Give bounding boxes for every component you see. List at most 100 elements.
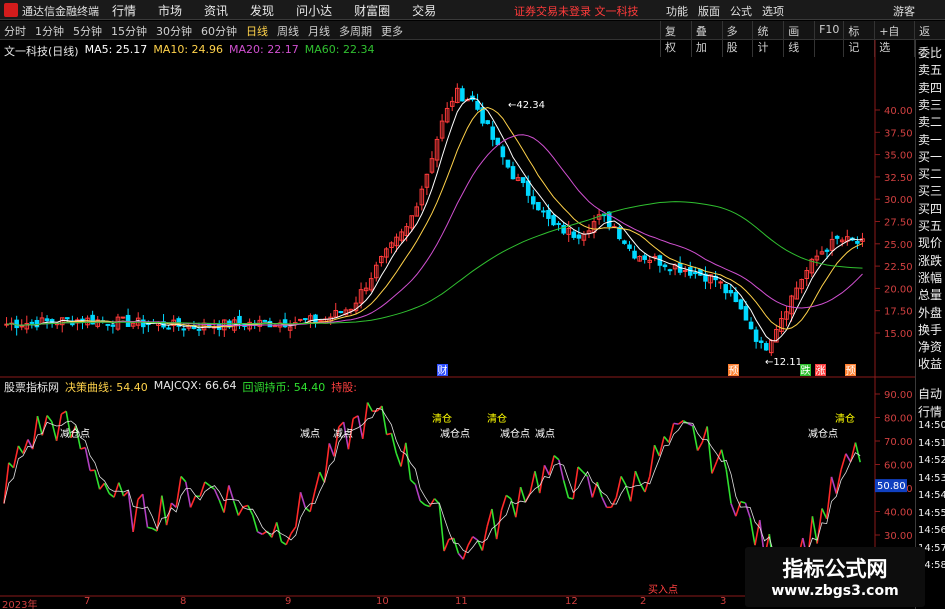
decision-curve-segment [830,476,838,494]
period-tab[interactable]: 日线 [246,23,268,39]
side-tick-item[interactable]: 14:53 [918,473,945,484]
menu-quotes[interactable]: 行情 [112,2,136,19]
candle-body [262,319,268,322]
decision-curve-segment [491,508,498,540]
side-tick-item[interactable]: 14:52 [918,455,945,466]
candle-body [44,318,50,322]
decision-curve-segment [3,462,10,504]
candle-body [733,292,739,303]
side-quote-item[interactable]: 涨幅 [918,269,945,286]
decision-curve-segment [553,455,560,461]
period-tab[interactable]: 分时 [4,23,26,39]
decision-curve-segment [46,415,53,423]
side-quote-item[interactable]: 卖一 [918,131,945,148]
decision-curve-segment [113,482,120,498]
side-tick-item[interactable]: 14:55 [918,508,945,519]
event-marker-label: 财 [438,364,448,377]
period-tab[interactable]: 30分钟 [156,23,192,39]
decision-curve-segment [410,479,416,486]
decision-curve-segment [634,470,641,484]
date-tick: 9 [285,596,292,607]
period-tab[interactable]: 1分钟 [35,23,64,39]
side-tick-item[interactable]: 行情 [918,403,945,420]
decision-curve-segment [395,452,402,467]
indicator-title[interactable]: 股票指标网 [4,379,59,395]
decision-curve-segment [505,494,512,500]
event-marker-label: 跌 [801,364,811,377]
side-quote-item[interactable]: 卖四 [918,79,945,96]
side-tick-item[interactable]: 14:56 [918,525,945,536]
menu-formula[interactable]: 公式 [730,3,752,19]
candle-body [105,323,111,326]
menu-trade[interactable]: 交易 [412,2,436,19]
menu-market[interactable]: 市场 [158,2,182,19]
decision-curve-segment [486,508,493,527]
side-quote-item[interactable]: 买一 [918,148,945,165]
side-quote-item[interactable]: 外盘 [918,304,945,321]
decision-curve-segment [184,481,192,508]
side-quote-item[interactable]: 买四 [918,200,945,217]
decision-curve-segment [572,466,579,500]
menu-discover[interactable]: 发现 [250,2,274,19]
decision-curve-segment [558,459,565,481]
menu-layout[interactable]: 版面 [698,3,720,19]
candle-body [505,159,511,168]
period-tab[interactable]: 周线 [277,23,299,39]
side-quote-item[interactable]: 净资 [918,338,945,355]
decision-curve-segment [338,421,345,428]
candle-body [313,314,318,323]
signal-label: 减仓点 [60,427,90,440]
decision-curve-segment [840,453,847,471]
menu-wealth[interactable]: 财富圈 [354,2,390,19]
menu-function[interactable]: 功能 [666,3,688,19]
candle-body [237,315,242,325]
menu-news[interactable]: 资讯 [204,2,228,19]
indicator-tick-label: 90.00 [884,390,913,401]
period-tab[interactable]: 15分钟 [111,23,147,39]
side-quote-item[interactable]: 总量 [918,286,945,303]
menu-bar: 通达信金融终端 行情 市场 资讯 发现 问小达 财富圈 交易 证券交易未登录 文… [0,0,945,20]
side-tick-item[interactable]: 14:54 [918,490,945,501]
side-quote-item[interactable]: 卖五 [918,61,945,78]
guest-login[interactable]: 游客 [893,3,915,19]
period-tab[interactable]: 月线 [308,23,330,39]
decision-curve-segment [27,439,34,450]
side-quote-item[interactable]: 委比 [918,44,945,61]
decision-curve-segment [534,471,541,494]
signal-label: 清仓 [835,412,855,425]
pullback-value: 回调持币: 54.40 [242,381,326,394]
side-tick-item[interactable]: 自动 [918,385,945,402]
side-quote-item[interactable]: 收益 [918,355,945,372]
event-marker-label: 预 [729,365,739,377]
side-quote-item[interactable]: 卖三 [918,96,945,113]
indicator-tick-label: 40.00 [884,508,913,519]
side-quote-item[interactable]: 买三 [918,182,945,199]
period-tab[interactable]: 60分钟 [201,23,237,39]
side-quote-item[interactable]: 卖二 [918,113,945,130]
period-tab[interactable]: 多周期 [339,23,372,39]
signal-label: 清仓 [487,412,507,425]
side-quote-item[interactable]: 涨跌 [918,252,945,269]
decision-curve-segment [247,505,254,516]
price-tick-label: 40.00 [884,106,913,117]
candle-body [682,269,688,272]
side-tick-item[interactable]: 14:50 [918,420,945,431]
app-title: 通达信金融终端 [22,5,99,18]
side-quote-item[interactable]: 买五 [918,217,945,234]
menu-ask[interactable]: 问小达 [296,2,332,19]
login-notice[interactable]: 证券交易未登录 文一科技 [514,3,639,19]
side-quote-item[interactable]: 买二 [918,165,945,182]
high-price-label: ←42.34 [508,100,545,111]
side-quote-item[interactable]: 现价 [918,234,945,251]
candle-body [622,240,627,244]
decision-curve-segment [147,526,153,530]
decision-curve-segment [17,445,24,454]
period-tab[interactable]: 5分钟 [73,23,102,39]
menu-options[interactable]: 选项 [762,3,784,19]
period-tab[interactable]: 更多 [381,23,403,39]
candle-body [298,318,303,321]
candle-body [120,316,126,319]
side-tick-item[interactable]: 14:51 [918,438,945,449]
side-quote-item[interactable]: 换手 [918,321,945,338]
kline-chart[interactable]: 40.00 37.50 35.00 32.50 30.00 27.50 25.00 22.50… [0,40,915,609]
